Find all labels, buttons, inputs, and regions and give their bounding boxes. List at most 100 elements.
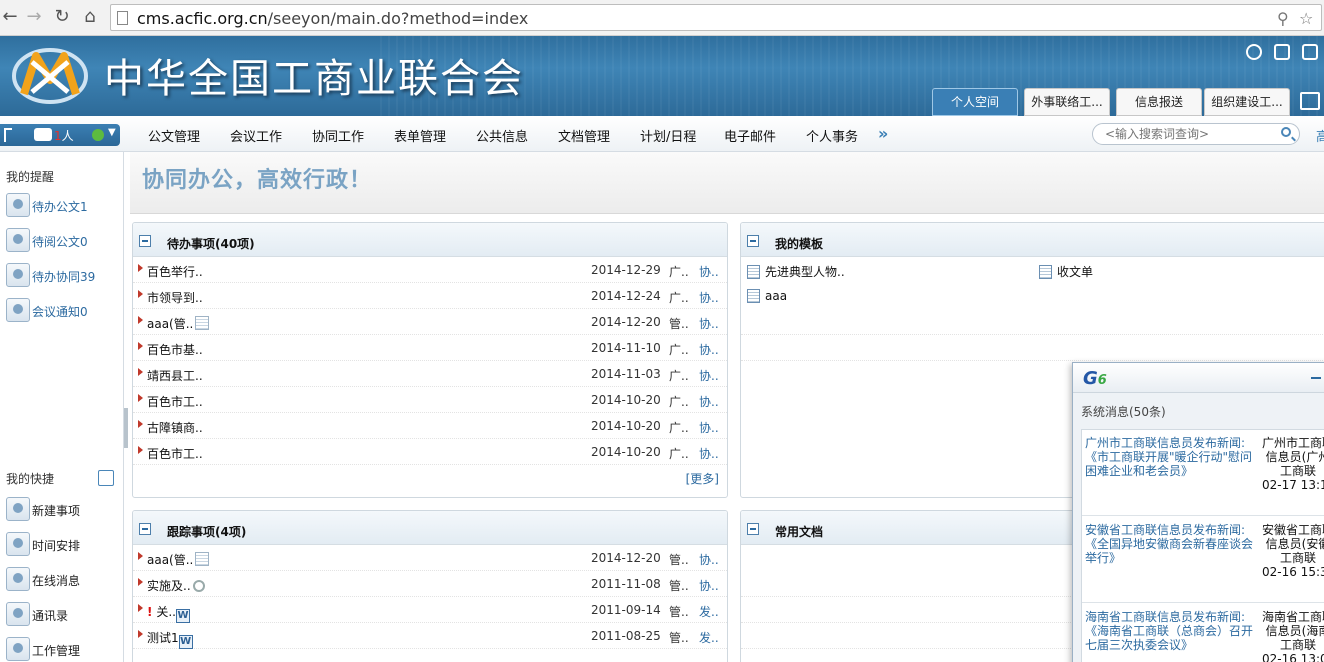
row-subject[interactable]: aaa(管.. — [147, 315, 210, 332]
menu-personal-affairs[interactable]: 个人事务 — [806, 126, 858, 145]
table-row[interactable]: 古障镇商.. 2014-10-20 广.. 协.. — [133, 413, 727, 439]
sidebar-item-new-task[interactable]: 新建事项 — [4, 496, 120, 524]
template-item[interactable]: aaa — [747, 289, 787, 303]
sidebar-item-contacts[interactable]: 通讯录 — [4, 601, 120, 629]
reload-icon[interactable]: ↻ — [52, 7, 72, 27]
template-item[interactable]: 收文单 — [1039, 263, 1093, 280]
row-subject[interactable]: ! 关..W — [147, 603, 190, 623]
sidebar-item-pending-docs[interactable]: 待办公文1 — [4, 192, 120, 220]
row-category[interactable]: 发.. — [699, 603, 719, 620]
bookmark-manager-icon[interactable]: ⚲ — [1277, 9, 1289, 28]
row-subject[interactable]: aaa(管.. — [147, 551, 210, 568]
row-subject[interactable]: 百色市基.. — [147, 341, 203, 358]
sidebar-item-label: 通讯录 — [32, 609, 69, 623]
menu-collaboration[interactable]: 协同工作 — [312, 126, 364, 145]
collapse-icon[interactable] — [747, 523, 759, 535]
sidebar-item-online-messages[interactable]: 在线消息 — [4, 566, 120, 594]
table-row[interactable]: 百色市工.. 2014-10-20 广.. 协.. — [133, 387, 727, 413]
message-text[interactable]: 安徽省工商联信息员发布新闻:《全国异地安徽商会新春座谈会举行》 — [1085, 523, 1259, 565]
row-subject[interactable]: 靖西县工.. — [147, 367, 203, 384]
menu-documents[interactable]: 文档管理 — [558, 126, 610, 145]
table-row[interactable]: 测试1W 2011-08-25 管.. 发.. — [133, 623, 727, 649]
list-item[interactable]: 安徽省工商联信息员发布新闻:《全国异地安徽商会新春座谈会举行》 安徽省工商联信息… — [1082, 517, 1324, 603]
list-item[interactable]: 广州市工商联信息员发布新闻:《市工商联开展"暖企行动"慰问困难企业和老会员》 广… — [1082, 430, 1324, 516]
url-text: cms.acfic.org.cn/seeyon/main.do?method=i… — [137, 9, 529, 28]
home-icon[interactable]: ⌂ — [80, 7, 100, 27]
row-category[interactable]: 协.. — [699, 289, 719, 306]
address-bar[interactable]: cms.acfic.org.cn/seeyon/main.do?method=i… — [110, 4, 1322, 31]
sidebar-item-schedule[interactable]: 时间安排 — [4, 531, 120, 559]
row-category[interactable]: 协.. — [699, 419, 719, 436]
table-row[interactable]: ! 关..W 2011-09-14 管.. 发.. — [133, 597, 727, 623]
row-category[interactable]: 协.. — [699, 367, 719, 384]
minimize-icon[interactable] — [1311, 377, 1321, 379]
tab-info-report[interactable]: 信息报送 — [1116, 88, 1202, 116]
sidebar-splitter[interactable] — [124, 408, 128, 448]
row-category[interactable]: 协.. — [699, 263, 719, 280]
table-row[interactable]: 实施及.. 2011-11-08 管.. 协.. — [133, 571, 727, 597]
menu-more-icon[interactable]: » — [878, 124, 888, 143]
message-text[interactable]: 广州市工商联信息员发布新闻:《市工商联开展"暖企行动"慰问困难企业和老会员》 — [1085, 436, 1259, 478]
menu-meetings[interactable]: 会议工作 — [230, 126, 282, 145]
online-status[interactable]: 1人 ▼ — [0, 124, 120, 146]
back-arrow-icon[interactable]: ← — [0, 7, 20, 27]
row-category[interactable]: 协.. — [699, 445, 719, 462]
row-date: 2014-11-10 — [591, 341, 661, 355]
search-icon[interactable] — [1281, 127, 1291, 137]
row-category[interactable]: 协.. — [699, 341, 719, 358]
template-doc-icon — [1039, 265, 1052, 279]
menu-public-info[interactable]: 公共信息 — [476, 126, 528, 145]
table-row[interactable]: 靖西县工.. 2014-11-03 广.. 协.. — [133, 361, 727, 387]
exit-icon[interactable] — [1302, 44, 1318, 60]
template-item[interactable]: 先进典型人物.. — [747, 263, 845, 280]
bullet-arrow-icon — [138, 446, 143, 454]
row-category[interactable]: 协.. — [699, 551, 719, 568]
row-subject[interactable]: 实施及.. — [147, 577, 205, 594]
collapse-icon[interactable] — [139, 235, 151, 247]
row-subject[interactable]: 古障镇商.. — [147, 419, 203, 436]
menu-advanced-search[interactable]: 高 — [1316, 126, 1324, 145]
row-subject[interactable]: 百色市工.. — [147, 393, 203, 410]
message-text[interactable]: 海南省工商联信息员发布新闻:《海南省工商联（总商会）召开七届三次执委会议》 — [1085, 610, 1259, 652]
forward-arrow-icon[interactable]: → — [24, 7, 44, 27]
list-item[interactable]: 海南省工商联信息员发布新闻:《海南省工商联（总商会）召开七届三次执委会议》 海南… — [1082, 604, 1324, 662]
shortcut-settings-icon[interactable] — [98, 470, 114, 486]
row-subject[interactable]: 市领导到.. — [147, 289, 203, 306]
sidebar-item-work-management[interactable]: 工作管理 — [4, 636, 120, 662]
row-subject[interactable]: 百色市工.. — [147, 445, 203, 462]
profile-icon[interactable] — [1274, 44, 1291, 60]
row-category[interactable]: 协.. — [699, 315, 719, 332]
menu-forms[interactable]: 表单管理 — [394, 126, 446, 145]
star-icon[interactable]: ☆ — [1299, 9, 1313, 28]
todo-more-link[interactable]: [更多] — [686, 470, 719, 487]
message-time: 02-17 13:16 — [1262, 478, 1324, 492]
tab-personal-space[interactable]: 个人空间 — [932, 88, 1018, 116]
settings-icon[interactable] — [1246, 44, 1263, 60]
menu-plan-schedule[interactable]: 计划/日程 — [640, 126, 696, 145]
search-input[interactable] — [1105, 126, 1275, 142]
sidebar-item-pending-collab[interactable]: 待办协同39 — [4, 262, 120, 290]
table-row[interactable]: aaa(管.. 2014-12-20 管.. 协.. — [133, 309, 727, 335]
tab-organization[interactable]: 组织建设工... — [1204, 88, 1290, 116]
table-row[interactable]: aaa(管.. 2014-12-20 管.. 协.. — [133, 545, 727, 571]
sidebar-item-read-docs[interactable]: 待阅公文0 — [4, 227, 120, 255]
menu-official-docs[interactable]: 公文管理 — [148, 126, 200, 145]
row-category[interactable]: 协.. — [699, 577, 719, 594]
menu-email[interactable]: 电子邮件 — [724, 126, 776, 145]
window-icon[interactable] — [1300, 92, 1320, 110]
row-subject[interactable]: 百色举行.. — [147, 263, 203, 280]
collapse-icon[interactable] — [139, 523, 151, 535]
pending-doc-icon — [6, 193, 30, 217]
table-row[interactable]: 市领导到.. 2014-12-24 广.. 协.. — [133, 283, 727, 309]
tab-foreign-affairs[interactable]: 外事联络工... — [1024, 88, 1110, 116]
row-category[interactable]: 协.. — [699, 393, 719, 410]
tracking-panel: 跟踪事项(4项) aaa(管.. 2014-12-20 管.. 协.. 实施及.… — [132, 510, 728, 662]
table-row[interactable]: 百色市工.. 2014-10-20 广.. 协.. — [133, 439, 727, 465]
row-subject[interactable]: 测试1W — [147, 629, 193, 649]
sidebar-item-meeting-notice[interactable]: 会议通知0 — [4, 297, 120, 325]
table-row[interactable]: 百色市基.. 2014-11-10 广.. 协.. — [133, 335, 727, 361]
row-category[interactable]: 发.. — [699, 629, 719, 646]
collapse-icon[interactable] — [747, 235, 759, 247]
search-box — [1092, 123, 1300, 145]
table-row[interactable]: 百色举行.. 2014-12-29 广.. 协.. — [133, 257, 727, 283]
